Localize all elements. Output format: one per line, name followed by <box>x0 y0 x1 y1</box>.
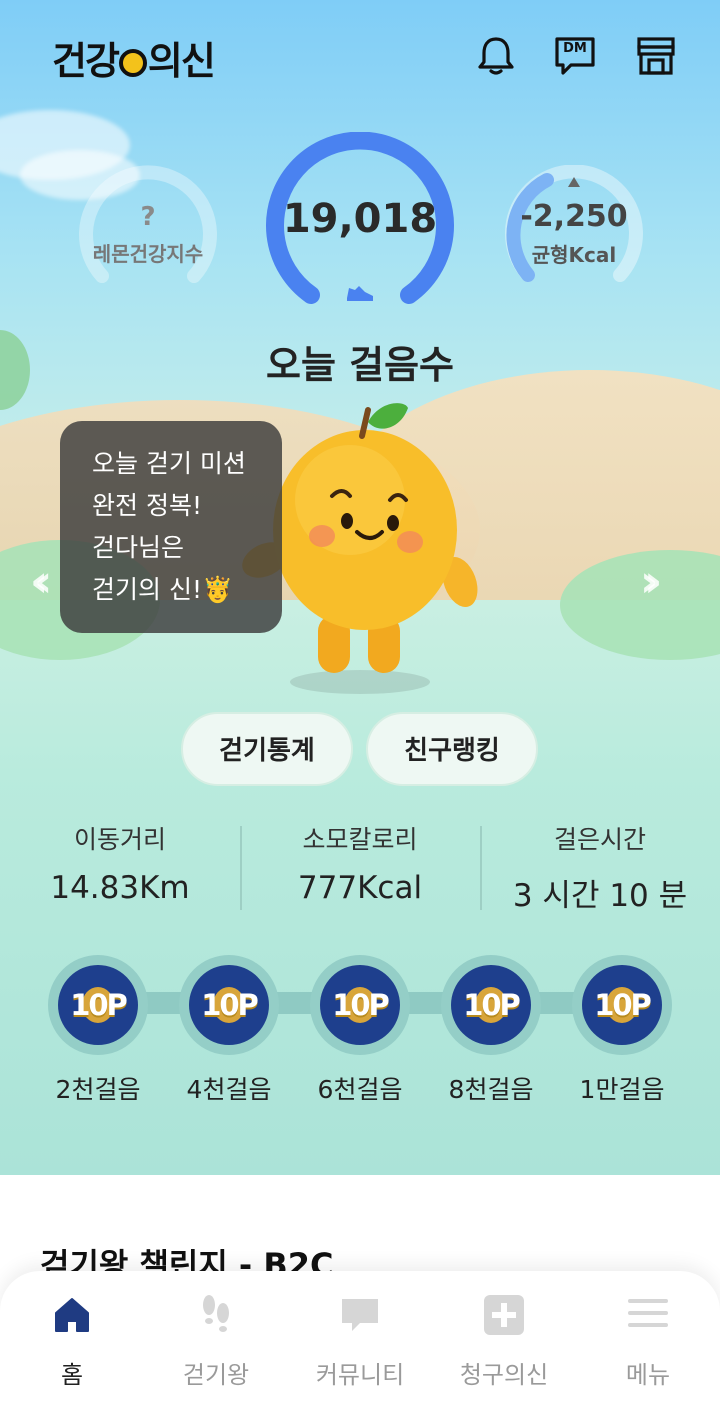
lemon-health-label: 레몬건강지수 <box>92 242 204 266</box>
lemon-health-gauge[interactable]: ? 레몬건강지수 <box>78 160 218 300</box>
chat-icon <box>342 1299 378 1331</box>
menu-icon <box>628 1299 668 1327</box>
walking-stats-button[interactable]: 걷기통계 <box>181 712 353 786</box>
stat-label: 걸은시간 <box>553 825 646 854</box>
tab-label: 메뉴 <box>625 1361 671 1389</box>
next-arrow-icon[interactable]: ›› <box>640 556 663 607</box>
logo-text-left: 건강 <box>52 39 120 83</box>
stat-distance: 이동거리 14.83Km <box>0 820 240 906</box>
mascot-speech-bubble: 오늘 걷기 미션 완전 정복! 걷다님은 걷기의 신!🤴 <box>60 421 282 633</box>
tab-claims[interactable]: 청구의신 <box>432 1271 576 1407</box>
tab-label: 걷기왕 <box>182 1361 250 1389</box>
stat-label: 이동거리 <box>73 825 166 854</box>
balance-kcal-value: -2,250 <box>520 199 628 234</box>
stat-value: 3 시간 10 분 <box>512 878 688 914</box>
milestone-coin-button[interactable]: 10P <box>48 955 148 1055</box>
lemon-icon <box>118 49 147 77</box>
milestone-label: 4천걸음 <box>186 1075 272 1104</box>
coin-points: 10P <box>332 988 390 1022</box>
bubble-line: 오늘 걷기 미션 <box>92 449 246 478</box>
bubble-line: 걷기의 신!🤴 <box>92 575 234 604</box>
point-coin-icon: 10P <box>58 965 138 1045</box>
footprints-icon <box>203 1295 229 1332</box>
milestone-label: 8천걸음 <box>448 1075 534 1104</box>
plus-box-icon <box>484 1295 524 1335</box>
stat-value: 777Kcal <box>297 870 423 906</box>
milestone-label: 1만걸음 <box>579 1075 665 1104</box>
prev-arrow-icon[interactable]: ‹‹ <box>30 556 53 607</box>
tab-community[interactable]: 커뮤니티 <box>288 1271 432 1407</box>
bubble-line: 걷다님은 <box>92 533 185 562</box>
coin-points: 10P <box>594 988 652 1022</box>
point-coin-icon: 10P <box>320 965 400 1045</box>
steps-title: 오늘 걸음수 <box>265 343 455 387</box>
stat-calories: 소모칼로리 777Kcal <box>240 820 480 906</box>
bubble-line: 완전 정복! <box>92 491 202 520</box>
tab-label: 커뮤니티 <box>315 1361 405 1389</box>
stat-walk-time: 걸은시간 3 시간 10 분 <box>480 820 720 915</box>
point-coin-icon: 10P <box>189 965 269 1045</box>
shoe-icon <box>347 286 373 301</box>
balance-kcal-gauge[interactable]: -2,250 균형Kcal <box>504 164 644 305</box>
steps-count: 19,018 <box>282 196 438 242</box>
bell-icon[interactable] <box>474 34 518 78</box>
dm-icon[interactable]: DM <box>553 34 597 78</box>
stat-value: 14.83Km <box>50 870 190 906</box>
dm-label: DM <box>563 41 587 56</box>
point-coin-icon: 10P <box>582 965 662 1045</box>
point-coin-icon: 10P <box>451 965 531 1045</box>
tab-label: 홈 <box>60 1361 84 1389</box>
tab-walking-king[interactable]: 걷기왕 <box>144 1271 288 1407</box>
tab-home[interactable]: 홈 <box>0 1271 144 1407</box>
tab-menu[interactable]: 메뉴 <box>576 1271 720 1407</box>
coin-points: 10P <box>201 988 259 1022</box>
milestone-coin-button[interactable]: 10P <box>441 955 541 1055</box>
store-icon[interactable] <box>634 34 678 78</box>
stat-label: 소모칼로리 <box>302 825 418 854</box>
lemon-health-value: ? <box>140 202 156 232</box>
balance-kcal-label: 균형Kcal <box>531 243 617 267</box>
milestone-label: 6천걸음 <box>317 1075 403 1104</box>
milestone-coin-button[interactable]: 10P <box>310 955 410 1055</box>
milestone-coin-button[interactable]: 10P <box>572 955 672 1055</box>
logo-text-right: 의신 <box>147 39 216 83</box>
coin-points: 10P <box>70 988 128 1022</box>
tab-label: 청구의신 <box>459 1361 549 1389</box>
milestone-label: 2천걸음 <box>55 1075 141 1104</box>
gauge-ring <box>505 164 643 282</box>
bottom-tab-bar: 홈 걷기왕 커뮤니티 청구의신 메뉴 <box>0 1271 720 1407</box>
app-logo[interactable]: 건강 의신 <box>52 30 216 85</box>
friend-ranking-button[interactable]: 친구랭킹 <box>366 712 538 786</box>
home-icon <box>55 1298 89 1332</box>
milestone-coin-button[interactable]: 10P <box>179 955 279 1055</box>
coin-points: 10P <box>463 988 521 1022</box>
